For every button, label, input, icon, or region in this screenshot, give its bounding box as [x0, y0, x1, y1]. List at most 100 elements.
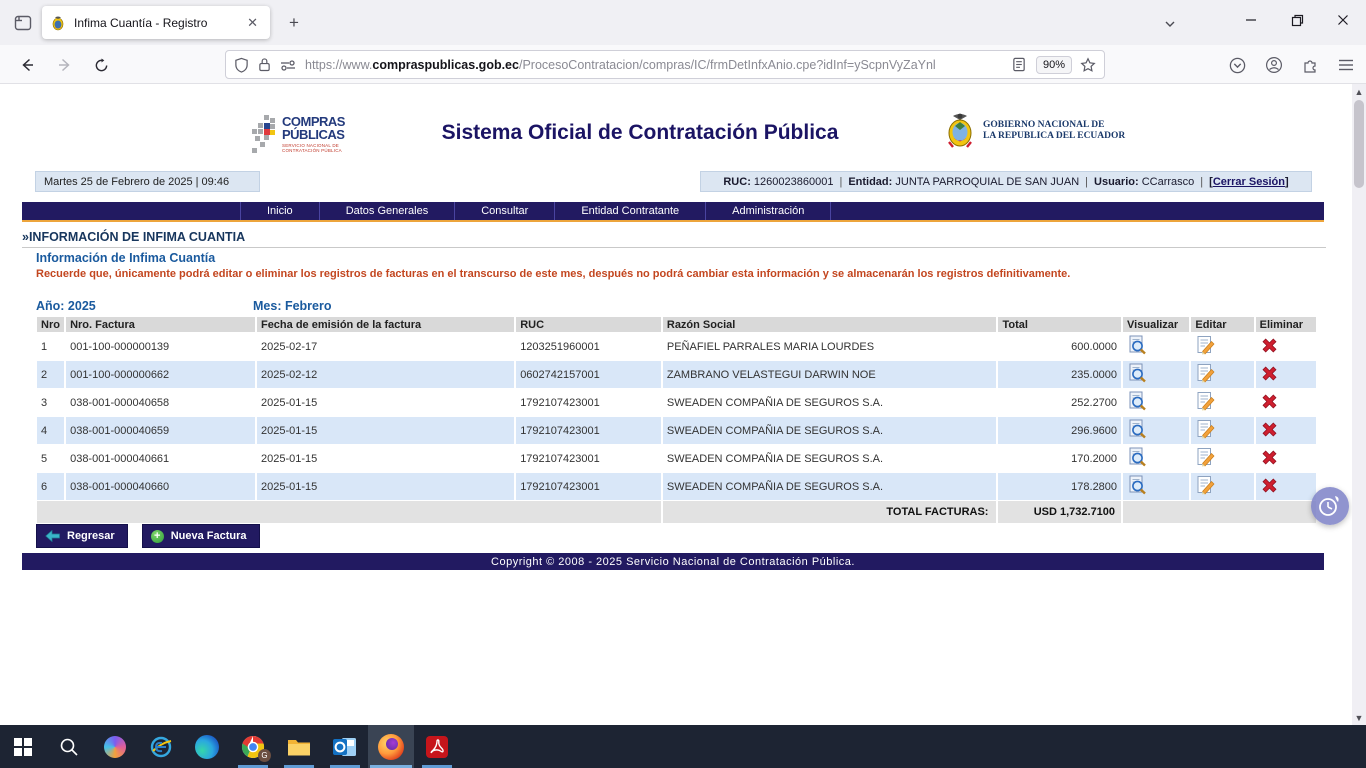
nav-item-datos-generales[interactable]: Datos Generales [320, 202, 456, 220]
outlook-icon[interactable] [322, 725, 368, 768]
floating-clock-widget[interactable] [1311, 487, 1349, 525]
url-bar[interactable]: https://www.compraspublicas.gob.ec/Proce… [225, 50, 1105, 79]
tab-list-chevron-icon[interactable] [1158, 12, 1182, 36]
url-text[interactable]: https://www.compraspublicas.gob.ec/Proce… [305, 58, 1010, 72]
scroll-down-icon[interactable]: ▼ [1352, 710, 1366, 725]
cell-razon: SWEADEN COMPAÑIA DE SEGUROS S.A. [663, 389, 997, 416]
extensions-puzzle-icon[interactable] [1297, 52, 1323, 78]
tab-close-icon[interactable]: ✕ [243, 13, 262, 33]
total-label: TOTAL FACTURAS: [663, 501, 997, 523]
cell-total: 235.0000 [998, 361, 1121, 388]
editar-icon[interactable] [1195, 475, 1215, 495]
chrome-icon[interactable]: G [230, 725, 276, 768]
ruc-value: 1260023860001 [754, 176, 834, 188]
eliminar-icon[interactable] [1260, 336, 1280, 356]
cell-factura: 001-100-000000139 [66, 333, 255, 360]
account-icon[interactable] [1261, 52, 1287, 78]
firefox-view-icon[interactable] [10, 10, 36, 36]
cell-ruc: 1792107423001 [516, 473, 661, 500]
scrollbar-thumb[interactable] [1354, 100, 1364, 188]
start-button[interactable] [0, 725, 46, 768]
col-header-fecha: Fecha de emisión de la factura [257, 317, 514, 332]
nueva-factura-button[interactable]: + Nueva Factura [142, 524, 260, 548]
window-restore-button[interactable] [1274, 0, 1320, 40]
bookmark-star-icon[interactable] [1080, 57, 1096, 73]
shield-icon[interactable] [234, 57, 249, 73]
lock-icon[interactable] [258, 57, 271, 72]
back-button[interactable] [14, 52, 40, 78]
visualizar-icon[interactable] [1127, 363, 1147, 383]
chrome-profile-badge: G [258, 749, 271, 762]
window-close-button[interactable] [1320, 0, 1366, 40]
cell-ruc: 1792107423001 [516, 445, 661, 472]
col-header-visualizar: Visualizar [1123, 317, 1189, 332]
breadcrumb: »INFORMACIÓN DE INFIMA CUANTIA [22, 230, 1326, 248]
cell-nro: 4 [37, 417, 64, 444]
invoice-row: 3 038-001-000040658 2025-01-15 179210742… [37, 389, 1316, 416]
internet-explorer-icon[interactable] [138, 725, 184, 768]
visualizar-icon[interactable] [1127, 475, 1147, 495]
eliminar-icon[interactable] [1260, 364, 1280, 384]
nav-item-inicio[interactable]: Inicio [240, 202, 320, 220]
new-tab-button[interactable]: + [282, 11, 306, 35]
scroll-up-icon[interactable]: ▲ [1352, 84, 1366, 99]
visualizar-icon[interactable] [1127, 419, 1147, 439]
eliminar-icon[interactable] [1260, 392, 1280, 412]
edge-icon[interactable] [184, 725, 230, 768]
nav-item-consultar[interactable]: Consultar [455, 202, 555, 220]
editar-icon[interactable] [1195, 419, 1215, 439]
invoice-row: 1 001-100-000000139 2025-02-17 120325196… [37, 333, 1316, 360]
cell-total: 170.2000 [998, 445, 1121, 472]
visualizar-icon[interactable] [1127, 447, 1147, 467]
col-header-editar: Editar [1191, 317, 1253, 332]
datetime-bar: Martes 25 de Febrero de 2025 | 09:46 [35, 171, 260, 192]
cell-nro: 6 [37, 473, 64, 500]
eliminar-icon[interactable] [1260, 448, 1280, 468]
cell-ruc: 1203251960001 [516, 333, 661, 360]
section-title: Información de Infima Cuantía [36, 251, 215, 265]
copilot-icon[interactable] [92, 725, 138, 768]
nav-item-entidad-contratante[interactable]: Entidad Contratante [555, 202, 706, 220]
eliminar-icon[interactable] [1260, 420, 1280, 440]
cell-total: 296.9600 [998, 417, 1121, 444]
cell-nro: 2 [37, 361, 64, 388]
cell-factura: 038-001-000040658 [66, 389, 255, 416]
file-explorer-icon[interactable] [276, 725, 322, 768]
hamburger-menu-icon[interactable] [1333, 52, 1359, 78]
cell-factura: 038-001-000040660 [66, 473, 255, 500]
editar-icon[interactable] [1195, 447, 1215, 467]
visualizar-icon[interactable] [1127, 335, 1147, 355]
tab-favicon-ecuador-emblem-icon [50, 15, 66, 31]
cell-factura: 038-001-000040661 [66, 445, 255, 472]
regresar-button[interactable]: Regresar [36, 524, 128, 548]
year-label: Año: 2025 [36, 299, 96, 313]
permissions-icon[interactable] [280, 59, 296, 71]
firefox-icon[interactable] [368, 725, 414, 768]
nav-item-administracion[interactable]: Administración [706, 202, 831, 220]
editar-icon[interactable] [1195, 335, 1215, 355]
editar-icon[interactable] [1195, 363, 1215, 383]
editar-icon[interactable] [1195, 391, 1215, 411]
main-nav: Inicio Datos Generales Consultar Entidad… [22, 202, 1324, 222]
page-title: Sistema Oficial de Contratación Pública [360, 121, 920, 145]
cell-total: 252.2700 [998, 389, 1121, 416]
ecuador-coat-of-arms-icon [943, 112, 977, 150]
eliminar-icon[interactable] [1260, 476, 1280, 496]
pocket-icon[interactable] [1224, 52, 1250, 78]
forward-button[interactable] [52, 52, 78, 78]
page-scrollbar[interactable]: ▲ ▼ [1352, 84, 1366, 725]
window-minimize-button[interactable] [1228, 0, 1274, 40]
col-header-ruc: RUC [516, 317, 661, 332]
logout-link[interactable]: Cerrar Sesión [1213, 176, 1285, 188]
zoom-level-chip[interactable]: 90% [1036, 56, 1072, 74]
active-tab[interactable]: Infima Cuantía - Registro ✕ [42, 6, 270, 39]
plus-icon: + [151, 530, 164, 543]
reload-button[interactable] [88, 52, 114, 78]
cell-razon: SWEADEN COMPAÑIA DE SEGUROS S.A. [663, 417, 997, 444]
acrobat-icon[interactable] [414, 725, 460, 768]
reader-mode-icon[interactable] [1012, 57, 1026, 72]
page-footer: Copyright © 2008 - 2025 Servicio Naciona… [22, 553, 1324, 570]
visualizar-icon[interactable] [1127, 391, 1147, 411]
taskbar-search-icon[interactable] [46, 725, 92, 768]
col-header-eliminar: Eliminar [1256, 317, 1316, 332]
